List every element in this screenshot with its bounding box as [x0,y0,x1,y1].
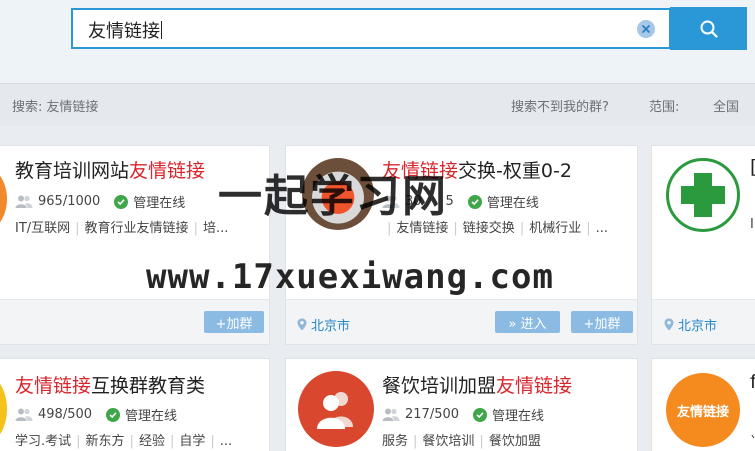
group-title[interactable]: 餐饮培训加盟友情链接 [382,371,572,398]
group-tags: ⺌ [750,430,755,449]
not-found-link[interactable]: 搜索不到我的群? [511,96,609,115]
admin-online-status: 管理在线 [106,405,177,424]
group-avatar-text: 友情链接 [676,404,729,420]
group-location: 北京市 [664,315,717,334]
member-count: 965/1000 [15,194,100,209]
clear-icon[interactable] [637,20,655,38]
group-title[interactable]: 友情链接互换群教育类 [15,371,205,398]
search-button[interactable] [670,7,747,50]
enter-group-button[interactable]: » 进入 [495,311,560,333]
range-select[interactable]: 全国 [713,96,739,115]
users-icon [15,195,33,208]
admin-online-status: 管理在线 [467,192,539,211]
search-header: 友情链接 [0,0,755,83]
member-count: 217/500 [382,407,459,422]
group-location: 北京市 [297,315,350,334]
search-summary-prefix: 搜索: [12,100,43,115]
admin-online-status: 管理在线 [473,405,544,424]
group-title[interactable]: [ [750,156,755,178]
users-icon [15,408,33,421]
group-card[interactable]: 友情链接 f ⺌ [651,358,755,451]
user-group-icon [317,392,353,429]
card-footer: +加群 [0,299,269,344]
group-meta: 498/500 管理在线 [15,405,177,424]
range-label: 范围: [649,100,680,115]
search-query: 友情链接 [88,21,162,42]
group-avatar [298,371,374,447]
group-tags: 学习.考试 | 新东方 | 经验 | 自学 |... [15,434,233,449]
group-avatar [0,373,7,445]
group-avatar [666,158,740,232]
text-caret [161,21,162,39]
group-tags: 服务 | 餐饮培训 | 餐饮加盟 [382,434,541,449]
check-icon [473,407,488,422]
group-title[interactable]: 教育培训网站友情链接 [15,156,205,183]
group-card[interactable]: [ I 北京市 [651,145,755,345]
group-tags: IT/互联网 | 教育行业友情链接 | 培... [15,221,229,236]
group-tags: I [750,217,754,232]
location-pin-icon [297,318,307,331]
group-card[interactable]: 餐饮培训加盟友情链接 217/500 管理在线 服务 | 餐饮培训 | 餐饮加盟 [285,358,638,451]
users-icon [382,408,400,421]
group-meta: 217/500 管理在线 [382,405,544,424]
group-meta: 965/1000 管理在线 [15,192,185,211]
location-pin-icon [664,318,674,331]
watermark-url: www.17xuexiwang.com [146,257,554,297]
group-avatar: 友情链接 [666,373,740,447]
member-count: 498/500 [15,407,92,422]
group-card[interactable]: 友情链接互换群教育类 498/500 管理在线 学习.考试 | 新东方 | 经验 | 自学 |… [0,358,270,451]
admin-online-status: 管理在线 [114,192,185,211]
join-group-button[interactable]: +加群 [204,311,264,333]
search-summary-keyword: 友情链接 [46,100,99,115]
watermark-title: 一起学习网 [218,171,448,222]
check-icon [467,194,482,209]
group-title[interactable]: f [750,371,755,393]
red-cross-emblem-icon [681,173,725,217]
card-footer: 北京市 » 进入 +加群 [286,299,637,344]
card-footer: 北京市 [652,299,755,344]
search-summary-bar: 搜索: 友情链接 搜索不到我的群? 范围: 全国 [0,83,755,125]
search-input[interactable]: 友情链接 [71,8,671,49]
group-avatar [0,166,7,232]
join-group-button[interactable]: +加群 [571,311,633,333]
search-summary: 搜索: 友情链接 [12,96,102,115]
check-icon [114,194,129,209]
check-icon [106,407,121,422]
search-icon [700,20,718,38]
